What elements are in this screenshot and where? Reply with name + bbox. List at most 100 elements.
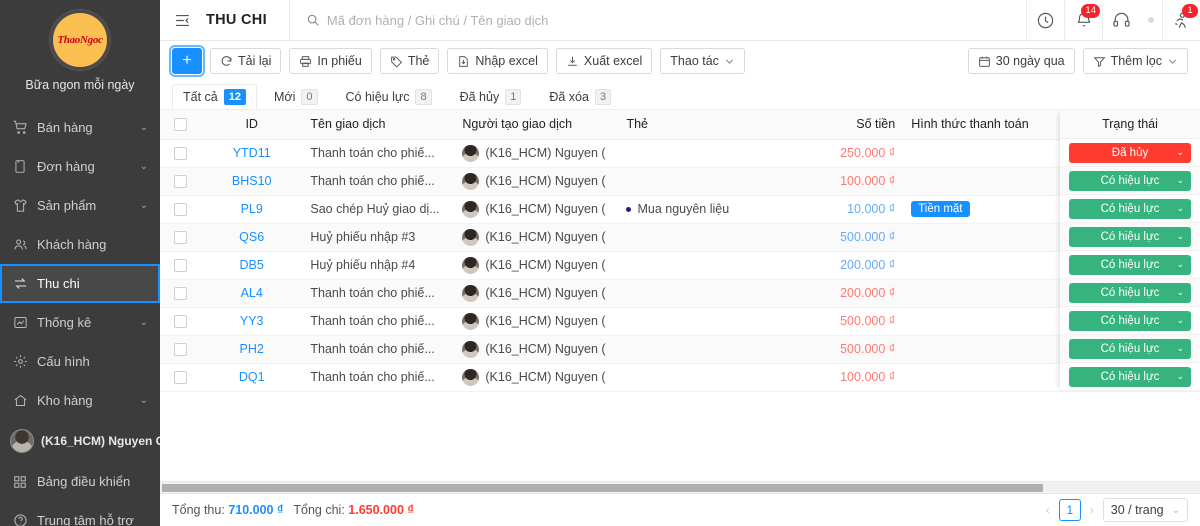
date-range-button[interactable]: 30 ngày qua xyxy=(967,48,1075,74)
table-row[interactable]: YY3 Thanh toán cho phiế... (K16_HCM) Nguye… xyxy=(160,307,1200,336)
row-checkbox[interactable] xyxy=(174,343,187,357)
tab-label: Mới xyxy=(274,90,296,104)
filter-tabs: Tất cả 12 Mới 0 Có hiệu lực 8 Đã hủy 1 Đ… xyxy=(160,81,1200,109)
status-label: Có hiệu lực xyxy=(1100,202,1160,215)
sidebar-item-san-pham[interactable]: Sản phẩm ⌄ xyxy=(0,186,160,225)
table-row[interactable]: YTD11 Thanh toán cho phiế... (K16_HCM) Ngu… xyxy=(160,139,1200,168)
table-row[interactable]: DQ1 Thanh toán cho phiế... (K16_HCM) Nguye… xyxy=(160,363,1200,392)
transaction-id-link[interactable]: PH2 xyxy=(240,342,264,356)
cell-creator: (K16_HCM) Nguyen ( xyxy=(454,139,619,168)
sidebar-item-don-hang[interactable]: Đơn hàng ⌄ xyxy=(0,147,160,186)
table-row[interactable]: DB5 Huỷ phiếu nhập #4 (K16_HCM) Nguyen (20… xyxy=(160,251,1200,280)
sidebar-user[interactable]: (K16_HCM) Nguyen Chin xyxy=(0,420,160,462)
tab-tat-ca[interactable]: Tất cả 12 xyxy=(172,84,257,109)
transaction-id-link[interactable]: YY3 xyxy=(240,314,264,328)
status-badge[interactable]: Đã hủy ⌄ xyxy=(1069,142,1191,163)
col-id[interactable]: ID xyxy=(201,110,303,140)
status-cell: Có hiệu lực ⌄ xyxy=(1060,195,1200,223)
sidebar-item-bang-dieu-khien[interactable]: Bảng điều khiển xyxy=(0,462,160,501)
cell-transaction-name: Thanh toán cho phiế... xyxy=(302,335,455,364)
tab-co-hieu-luc[interactable]: Có hiệu lực 8 xyxy=(334,84,443,109)
avatar xyxy=(462,144,480,162)
select-all-checkbox[interactable] xyxy=(174,118,187,132)
row-checkbox[interactable] xyxy=(174,259,187,273)
sidebar-item-label: Thống kê xyxy=(37,315,92,330)
search-box[interactable] xyxy=(290,12,1026,28)
add-button[interactable]: + xyxy=(169,45,205,77)
transaction-id-link[interactable]: BHS10 xyxy=(232,174,272,188)
chevron-down-icon: ⌄ xyxy=(139,200,148,211)
row-checkbox[interactable] xyxy=(174,287,187,301)
tab-moi[interactable]: Mới 0 xyxy=(263,84,329,109)
transaction-id-link[interactable]: PL9 xyxy=(241,202,263,216)
next-page-button[interactable]: › xyxy=(1087,503,1097,517)
sidebar-item-trung-tam-ho-tro[interactable]: Trung tâm hỗ trợ xyxy=(0,501,160,526)
prev-page-button[interactable]: ‹ xyxy=(1043,503,1053,517)
page-size-select[interactable]: 30 / trang ⌄ xyxy=(1102,498,1188,522)
page-number[interactable]: 1 xyxy=(1058,499,1081,521)
col-creator[interactable]: Người tạo giao dịch xyxy=(454,110,619,140)
status-badge[interactable]: Có hiệu lực ⌄ xyxy=(1069,366,1191,387)
cell-id: DQ1 xyxy=(201,363,303,392)
horizontal-scrollbar[interactable] xyxy=(160,481,1200,493)
transaction-id-link[interactable]: AL4 xyxy=(241,286,263,300)
sidebar-item-khach-hang[interactable]: Khách hàng xyxy=(0,225,160,264)
tab-da-xoa[interactable]: Đã xóa 3 xyxy=(538,84,623,109)
row-checkbox[interactable] xyxy=(174,147,187,161)
row-checkbox[interactable] xyxy=(174,203,187,217)
add-filter-button[interactable]: Thêm lọc xyxy=(1082,48,1188,74)
tab-da-huy[interactable]: Đã hủy 1 xyxy=(448,84,533,109)
import-excel-button[interactable]: Nhập excel xyxy=(447,48,548,74)
bell-icon[interactable]: 14 xyxy=(1064,0,1102,41)
sidebar-item-thong-ke[interactable]: Thống kê ⌄ xyxy=(0,303,160,342)
status-badge[interactable]: Có hiệu lực ⌄ xyxy=(1069,254,1191,275)
cell-tag xyxy=(618,363,793,392)
export-excel-button[interactable]: Xuất excel xyxy=(555,48,653,74)
status-badge[interactable]: Có hiệu lực ⌄ xyxy=(1069,310,1191,331)
col-transaction-name[interactable]: Tên giao dịch xyxy=(302,110,455,140)
sidebar-item-kho-hang[interactable]: Kho hàng ⌄ xyxy=(0,381,160,420)
status-badge[interactable]: Có hiệu lực ⌄ xyxy=(1069,282,1191,303)
status-badge[interactable]: Có hiệu lực ⌄ xyxy=(1069,198,1191,219)
sidebar-item-cau-hinh[interactable]: Cấu hình xyxy=(0,342,160,381)
table-row[interactable]: AL4 Thanh toán cho phiế... (K16_HCM) Nguye… xyxy=(160,279,1200,308)
table-row[interactable]: QS6 Huỷ phiếu nhập #3 (K16_HCM) Nguyen (50… xyxy=(160,223,1200,252)
transaction-id-link[interactable]: DB5 xyxy=(240,258,264,272)
row-checkbox[interactable] xyxy=(174,175,187,189)
transaction-id-link[interactable]: DQ1 xyxy=(239,370,265,384)
status-badge[interactable]: Có hiệu lực ⌄ xyxy=(1069,226,1191,247)
sidebar-nav: Bán hàng ⌄ Đơn hàng ⌄ Sản phẩm ⌄ Khách h… xyxy=(0,108,160,420)
row-checkbox[interactable] xyxy=(174,315,187,329)
col-tag[interactable]: Thẻ xyxy=(618,110,793,140)
row-checkbox[interactable] xyxy=(174,371,187,385)
actions-button[interactable]: Thao tác xyxy=(660,48,745,74)
search-input[interactable] xyxy=(326,12,1026,28)
cell-creator: (K16_HCM) Nguyen ( xyxy=(454,251,619,280)
cell-creator: (K16_HCM) Nguyen ( xyxy=(454,307,619,336)
status-badge[interactable]: Có hiệu lực ⌄ xyxy=(1069,170,1191,191)
sidebar-collapse-icon[interactable] xyxy=(160,12,204,29)
sidebar-item-ban-hang[interactable]: Bán hàng ⌄ xyxy=(0,108,160,147)
sidebar-item-thu-chi[interactable]: Thu chi xyxy=(0,264,160,303)
scrollbar-thumb[interactable] xyxy=(162,484,1043,492)
cell-creator: (K16_HCM) Nguyen ( xyxy=(454,223,619,252)
reload-button[interactable]: Tải lại xyxy=(210,48,282,74)
table-row[interactable]: BHS10 Thanh toán cho phiế... (K16_HCM) Ngu… xyxy=(160,167,1200,196)
col-amount[interactable]: Số tiền xyxy=(792,110,904,140)
row-checkbox[interactable] xyxy=(174,231,187,245)
status-badge[interactable]: Có hiệu lực ⌄ xyxy=(1069,338,1191,359)
status-label: Có hiệu lực xyxy=(1100,230,1160,243)
print-button[interactable]: In phiếu xyxy=(289,48,372,74)
clock-icon[interactable] xyxy=(1026,0,1064,41)
status-label: Có hiệu lực xyxy=(1100,258,1160,271)
headset-icon[interactable] xyxy=(1102,0,1140,41)
user-activity-icon[interactable]: 1 xyxy=(1162,0,1200,41)
transaction-id-link[interactable]: YTD11 xyxy=(233,146,271,160)
export-excel-label: Xuất excel xyxy=(583,54,643,68)
transfer-icon xyxy=(12,276,28,292)
table-row[interactable]: PH2 Thanh toán cho phiế... (K16_HCM) Nguye… xyxy=(160,335,1200,364)
tag-button[interactable]: Thẻ xyxy=(379,48,440,74)
transaction-id-link[interactable]: QS6 xyxy=(239,230,264,244)
table-row[interactable]: PL9 Sao chép Huỷ giao dị... (K16_HCM) Nguy… xyxy=(160,195,1200,224)
help-icon xyxy=(12,513,28,526)
